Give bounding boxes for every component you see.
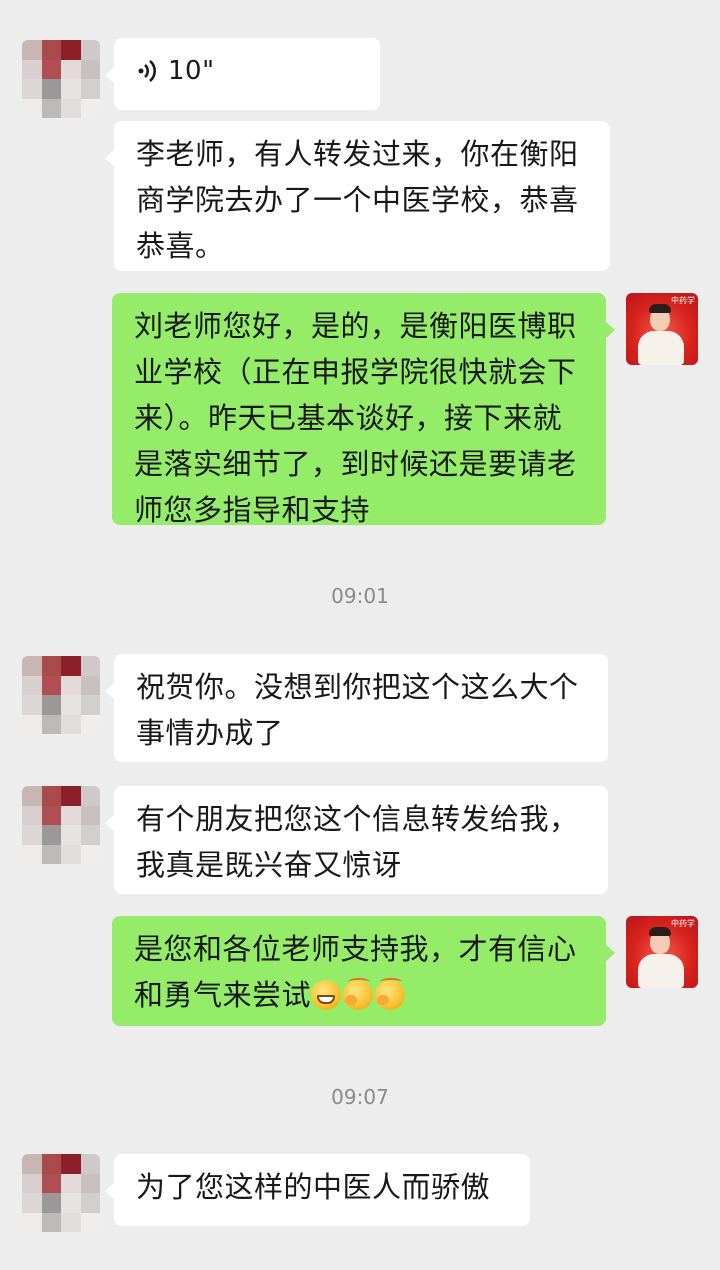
message-text: 有个朋友把您这个信息转发给我，我真是既兴奋又惊讶 (136, 802, 579, 882)
message-text: 为了您这样的中医人而骄傲 (136, 1170, 491, 1204)
incoming-message-bubble[interactable]: 祝贺你。没想到你把这个这么大个事情办成了 (105, 654, 608, 762)
self-avatar[interactable]: 中药学 (626, 916, 698, 988)
thinking-face-icon (343, 978, 374, 1010)
avatar-tag: 中药学 (671, 919, 695, 928)
message-text: 李老师，有人转发过来，你在衡阳商学院去办了一个中医学校，恭喜恭喜。 (136, 137, 579, 263)
contact-avatar[interactable] (22, 40, 100, 118)
incoming-message-bubble[interactable]: 为了您这样的中医人而骄傲 (105, 1154, 530, 1226)
incoming-message-bubble[interactable]: 有个朋友把您这个信息转发给我，我真是既兴奋又惊讶 (105, 786, 608, 894)
contact-avatar[interactable] (22, 786, 100, 864)
timestamp: 09:07 (331, 1085, 389, 1109)
voice-wave-icon (138, 60, 156, 82)
avatar-tag: 中药学 (671, 296, 695, 305)
outgoing-message-bubble[interactable]: 刘老师您好，是的，是衡阳医博职业学校（正在申报学院很快就会下来）。昨天已基本谈好… (112, 293, 615, 527)
self-avatar[interactable]: 中药学 (626, 293, 698, 365)
contact-avatar[interactable] (22, 1154, 100, 1232)
message-text: 刘老师您好，是的，是衡阳医博职业学校（正在申报学院很快就会下来）。昨天已基本谈好… (134, 309, 577, 527)
grinning-face-icon (311, 980, 342, 1010)
voice-duration: 10" (168, 56, 215, 86)
message-text: 祝贺你。没想到你把这个这么大个事情办成了 (136, 670, 579, 750)
voice-message-bubble[interactable]: 10" (105, 38, 380, 110)
incoming-message-bubble[interactable]: 李老师，有人转发过来，你在衡阳商学院去办了一个中医学校，恭喜恭喜。 (105, 121, 610, 271)
chat-window: 10" 李老师，有人转发过来，你在衡阳商学院去办了一个中医学校，恭喜恭喜。 中药… (0, 0, 720, 1270)
thinking-face-icon (375, 978, 406, 1010)
contact-avatar[interactable] (22, 656, 100, 734)
outgoing-message-bubble[interactable]: 是您和各位老师支持我，才有信心和勇气来尝试 (112, 916, 615, 1026)
timestamp: 09:01 (331, 584, 389, 608)
